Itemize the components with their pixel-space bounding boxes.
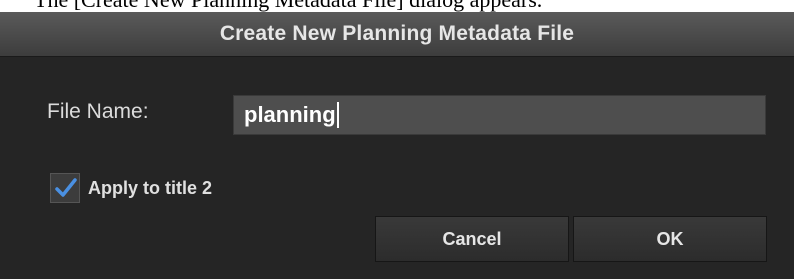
checkmark-icon [55,178,77,197]
dialog-title: Create New Planning Metadata File [219,22,575,45]
apply-to-title-label: Apply to title 2 [88,177,213,198]
dialog-title-bar[interactable]: Create New Planning Metadata File [0,12,794,57]
file-name-label: File Name: [47,100,149,123]
text-caret [336,102,339,128]
dialog-content: File Name: planning Apply to title 2 Can… [0,57,794,279]
apply-to-title-checkbox-row[interactable]: Apply to title 2 [50,173,212,203]
document-text-fragment: The [Create New Planning Metadata File] … [34,0,542,12]
ok-button[interactable]: OK [573,216,767,262]
cancel-button[interactable]: Cancel [375,216,569,262]
file-name-value: planning [244,102,336,127]
page: The [Create New Planning Metadata File] … [0,0,794,279]
create-planning-metadata-dialog: Create New Planning Metadata File File N… [0,12,794,279]
apply-to-title-checkbox[interactable] [50,173,80,203]
file-name-input[interactable]: planning [233,95,766,135]
